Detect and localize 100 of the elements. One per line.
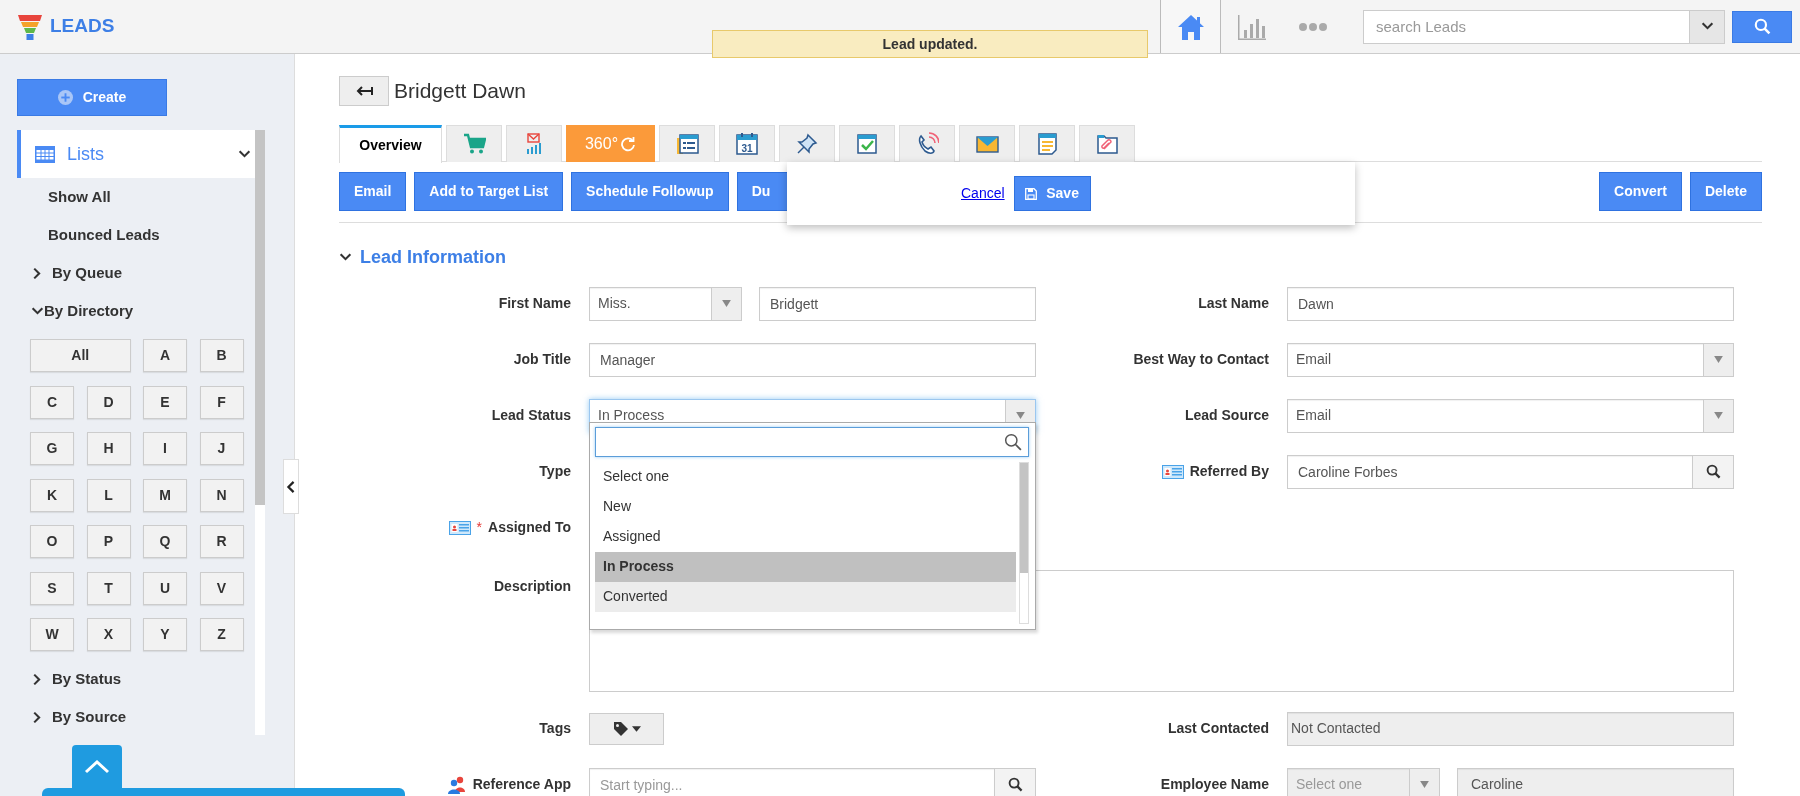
dropdown-option[interactable]: Assigned: [595, 521, 1016, 552]
sidebar-item[interactable]: Show All: [17, 178, 255, 216]
text-field[interactable]: Manager: [589, 342, 1036, 377]
select-field[interactable]: Email: [1287, 398, 1734, 433]
letter-filter-button[interactable]: U: [143, 571, 187, 605]
dropdown-option[interactable]: Converted: [595, 581, 1016, 612]
letter-filter-button[interactable]: L: [86, 478, 131, 512]
scrollbar[interactable]: [1019, 461, 1029, 624]
tab[interactable]: [1019, 124, 1075, 162]
letter-filter-button[interactable]: M: [143, 478, 187, 512]
field-label: Job Title: [513, 350, 571, 369]
sidebar-group[interactable]: By Directory: [17, 292, 255, 330]
select-field[interactable]: Email: [1287, 342, 1734, 377]
sidebar-group[interactable]: By Status: [17, 660, 255, 698]
collapse-handle[interactable]: [283, 459, 299, 514]
toast-message: Lead updated.: [712, 30, 1148, 58]
letter-filter-button[interactable]: N: [199, 478, 244, 512]
nav-tab[interactable]: [1160, 0, 1221, 53]
cancel-link[interactable]: Cancel: [961, 183, 1005, 204]
tags-button[interactable]: [589, 712, 664, 745]
record-title: Bridgett Dawn: [394, 78, 526, 104]
app-title: LEADS: [50, 14, 115, 39]
letter-filter-button[interactable]: V: [199, 571, 244, 605]
select-field[interactable]: Miss.: [589, 286, 742, 321]
search-button[interactable]: [1693, 454, 1734, 489]
letter-filter-button[interactable]: K: [30, 478, 74, 512]
letter-filter-button[interactable]: C: [30, 385, 74, 419]
letter-filter-button[interactable]: S: [30, 571, 74, 605]
letter-filter-button[interactable]: P: [86, 525, 131, 558]
lookup-field[interactable]: Caroline Forbes: [1287, 454, 1693, 489]
letter-filter-button[interactable]: X: [86, 618, 131, 651]
field-label: Last Name: [1198, 294, 1269, 313]
field-label: Last Contacted: [1167, 719, 1269, 738]
text-field[interactable]: Dawn: [1287, 286, 1734, 321]
letter-filter-button[interactable]: I: [143, 432, 187, 465]
calendar-icon: 31: [735, 131, 759, 156]
tab[interactable]: [839, 124, 895, 162]
tab[interactable]: Overview: [339, 124, 442, 163]
lookup-field[interactable]: Start typing...: [589, 767, 995, 796]
tab[interactable]: [446, 124, 502, 162]
letter-filter-button[interactable]: E: [143, 385, 187, 419]
search-button[interactable]: [995, 767, 1036, 796]
letter-filter-button[interactable]: Y: [143, 618, 187, 651]
search-icon: [1007, 777, 1023, 792]
letter-filter-button[interactable]: F: [199, 385, 244, 419]
dropdown-search-field[interactable]: [595, 426, 1029, 457]
cart-icon: [462, 131, 486, 156]
tab[interactable]: [959, 124, 1015, 162]
letter-filter-button[interactable]: All: [30, 339, 131, 372]
field-label: Referred By: [1189, 462, 1269, 481]
back-button[interactable]: [339, 75, 389, 106]
pushpin-icon: [795, 131, 819, 156]
scrollbar[interactable]: [255, 130, 265, 735]
letter-filter-button[interactable]: G: [30, 432, 74, 465]
search-field[interactable]: search Leads: [1363, 9, 1690, 44]
search-scope-button[interactable]: [1690, 9, 1725, 44]
more-icon: [1297, 21, 1328, 32]
letter-filter-button[interactable]: O: [30, 525, 74, 558]
dropdown-option[interactable]: Select one: [595, 461, 1016, 492]
text-field[interactable]: Bridgett: [759, 286, 1036, 321]
field-label: Reference App: [472, 775, 571, 794]
dropdown-arrow-icon: [1016, 412, 1025, 419]
caret-icon: [631, 725, 641, 732]
letter-filter-button[interactable]: A: [143, 339, 187, 372]
sidebar-group[interactable]: By Queue: [17, 254, 255, 292]
letter-filter-button[interactable]: D: [86, 385, 131, 419]
dropdown-option[interactable]: New: [595, 491, 1016, 522]
readonly-field: Not Contacted: [1287, 711, 1734, 746]
tab[interactable]: 31: [719, 124, 775, 162]
readonly-field: Caroline: [1457, 767, 1734, 796]
calendar-check-icon: [855, 131, 879, 156]
letter-filter-button[interactable]: T: [86, 571, 131, 605]
tab[interactable]: [1079, 124, 1135, 162]
dropdown-arrow-icon: [1420, 781, 1429, 788]
plus-circle-icon: [57, 90, 73, 105]
dropdown-option[interactable]: In Process: [595, 551, 1016, 582]
tag-icon: [612, 720, 629, 737]
letter-filter-button[interactable]: W: [30, 618, 74, 651]
tab[interactable]: [506, 124, 562, 162]
search-icon: [1753, 18, 1771, 35]
letter-filter-button[interactable]: H: [86, 432, 131, 465]
section-title[interactable]: Lead Information: [360, 244, 506, 271]
scroll-to-top-button[interactable]: [72, 745, 122, 788]
tab[interactable]: [659, 124, 715, 162]
letter-filter-button[interactable]: R: [199, 525, 244, 558]
letter-filter-button[interactable]: J: [199, 432, 244, 465]
note-icon: [1035, 131, 1059, 156]
search-icon: [1004, 432, 1022, 451]
field-label: Lead Status: [491, 406, 571, 425]
sidebar-group[interactable]: By Source: [17, 698, 255, 736]
letter-filter-button[interactable]: Q: [143, 525, 187, 558]
dropdown-arrow-icon: [1714, 412, 1723, 419]
tab[interactable]: [899, 124, 955, 162]
field-label: Tags: [539, 719, 571, 738]
sidebar-item[interactable]: Bounced Leads: [17, 216, 255, 254]
letter-filter-button[interactable]: B: [199, 339, 244, 372]
field-label: Type: [539, 462, 571, 481]
letter-filter-button[interactable]: Z: [199, 618, 244, 651]
field-label: Best Way to Contact: [1133, 350, 1269, 369]
tab[interactable]: [779, 124, 835, 162]
